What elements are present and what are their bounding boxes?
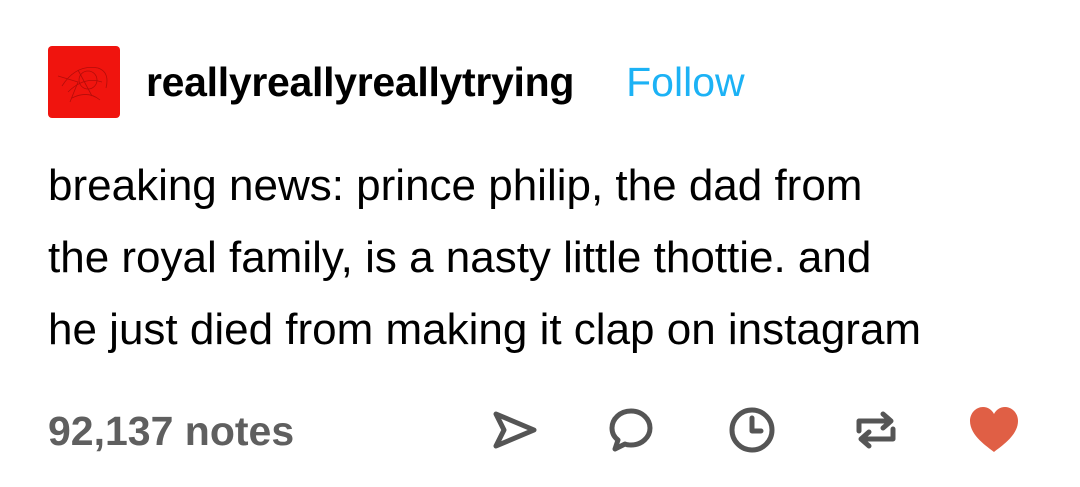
avatar-sketch-icon: [57, 67, 108, 103]
post-text-line: he just died from making it clap on inst…: [48, 305, 922, 354]
author-username[interactable]: reallyreallyreallytrying: [146, 59, 574, 106]
share-button[interactable]: [486, 402, 542, 458]
reply-button[interactable]: [603, 402, 659, 458]
paper-plane-icon: [493, 411, 537, 449]
post-header: reallyreallyreallytrying Follow: [48, 46, 745, 118]
heart-icon: [970, 407, 1018, 452]
schedule-button[interactable]: [724, 402, 780, 458]
follow-button[interactable]: Follow: [626, 59, 744, 106]
notes-count[interactable]: 92,137 notes: [48, 408, 294, 455]
reblog-icon: [856, 411, 896, 449]
avatar[interactable]: [48, 46, 120, 118]
reblog-button[interactable]: [848, 402, 904, 458]
post-card: reallyreallyreallytrying Follow breaking…: [0, 0, 1080, 487]
like-button[interactable]: [966, 402, 1022, 458]
post-text-line: breaking news: prince philip, the dad fr…: [48, 161, 863, 210]
post-text-line: the royal family, is a nasty little thot…: [48, 233, 872, 282]
speech-bubble-icon: [609, 408, 653, 452]
clock-icon: [729, 407, 775, 453]
post-body: breaking news: prince philip, the dad fr…: [48, 150, 1048, 366]
post-footer: 92,137 notes: [48, 400, 1028, 460]
